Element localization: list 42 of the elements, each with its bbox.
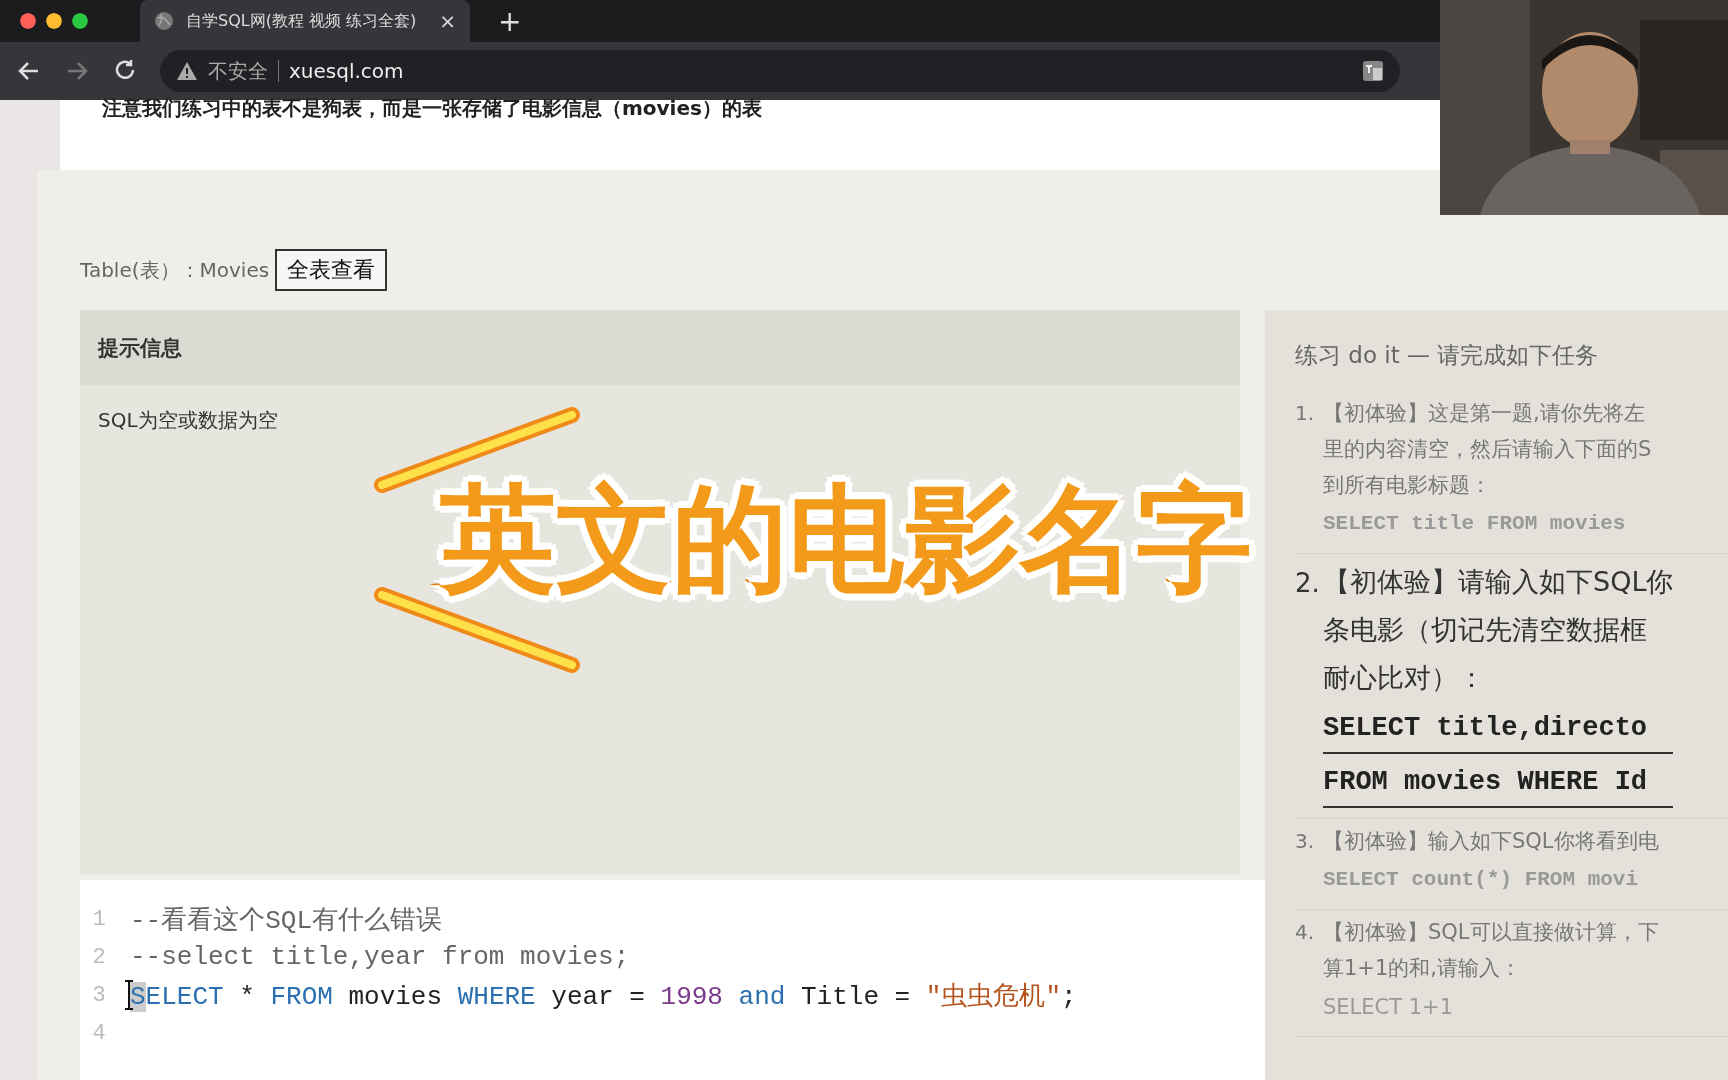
task-text: 【初体验】请输入如下SQL你 — [1323, 565, 1674, 599]
sql-example: SELECT title FROM movies — [1323, 511, 1627, 537]
line-number: 1 — [91, 906, 107, 932]
warning-icon — [176, 61, 198, 81]
sql-example: FROM movies WHERE Id — [1323, 758, 1674, 808]
minimize-window-icon[interactable] — [46, 13, 62, 29]
task-text: 到所有电影标题： — [1323, 472, 1492, 499]
task-text: 条电影（切记先清空数据框 — [1323, 613, 1648, 647]
maximize-window-icon[interactable] — [72, 13, 88, 29]
task-text: 【初体验】输入如下SQL你将看到电 — [1323, 828, 1659, 855]
task-text: 里的内容清空，然后请输入下面的S — [1323, 436, 1652, 463]
sql-example: SELECT count(*) FROM movi — [1323, 867, 1640, 893]
code-line: SELECT * FROM movies WHERE year = 1998 and Title = "虫虫危机"; — [130, 980, 1077, 1013]
task-text: 耐心比对）： — [1323, 661, 1486, 695]
task-number: 1. — [1295, 400, 1316, 427]
task-text: 【初体验】SQL可以直接做计算，下 — [1323, 919, 1659, 946]
close-tab-button[interactable]: × — [439, 9, 456, 33]
view-table-button[interactable]: 全表查看 — [275, 249, 388, 291]
task-number: 3. — [1295, 828, 1316, 855]
new-tab-button[interactable]: + — [492, 3, 528, 39]
line-number: 3 — [91, 982, 107, 1008]
task-number: 2. — [1295, 567, 1321, 600]
browser-tab[interactable]: 自学SQL网(教程 视频 练习全套) × — [140, 0, 470, 42]
sql-example: SELECT title,directo — [1323, 704, 1674, 754]
task-text: 【初体验】这是第一题,请你先将左 — [1323, 400, 1646, 427]
code-line: --select title,year from movies; — [130, 942, 630, 972]
table-label: Table(表）：Movies — [80, 256, 270, 284]
panel-title: 提示信息 — [98, 334, 182, 362]
line-number: 4 — [91, 1020, 107, 1046]
task-number: 4. — [1295, 919, 1316, 946]
sql-example: SELECT 1+1 — [1323, 994, 1455, 1021]
code-line: --看看这个SQL有什么错误 — [130, 904, 442, 937]
exercise-title: 练习 do it — 请完成如下任务 — [1295, 341, 1599, 370]
translate-icon[interactable] — [1362, 60, 1384, 82]
video-caption: 英文的电影名字 — [440, 470, 1252, 608]
task-text: 算1+1的和,请输入： — [1323, 955, 1522, 982]
line-number: 2 — [91, 944, 107, 970]
hint-message: SQL为空或数据为空 — [97, 407, 279, 434]
close-window-icon[interactable] — [20, 13, 36, 29]
address-bar[interactable]: 不安全 xuesql.com — [160, 50, 1400, 92]
notice-text: 注意我们练习中的表不是狗表，而是一张存储了电影信息（movies）的表 — [101, 95, 762, 122]
sql-editor[interactable]: 1 --看看这个SQL有什么错误 2 --select title,year from movies; 3 SELECT * FROM movies WHERE year = 1998 and Title = "虫虫危机"; 4 — [80, 880, 1265, 1080]
